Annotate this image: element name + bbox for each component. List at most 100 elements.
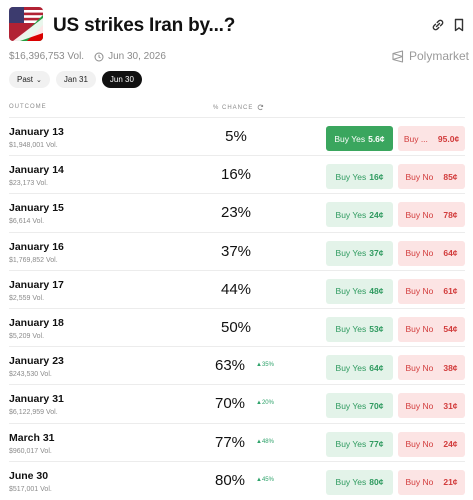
outcome-chance: 77%: [215, 433, 246, 451]
yes-price: 80¢: [369, 477, 384, 488]
filter-past[interactable]: Past ⌄: [9, 71, 50, 88]
outcome-date: January 16: [9, 240, 64, 253]
buy-no-label: Buy No: [405, 209, 434, 220]
outcome-row[interactable]: January 16 $1,769,852 Vol. 37% Buy Yes 37¢ Bu…: [9, 231, 465, 270]
buy-no-button[interactable]: Buy No 85¢: [398, 164, 465, 190]
yes-price: 53¢: [369, 324, 384, 335]
buy-no-button[interactable]: Buy No 38¢: [398, 355, 465, 381]
bookmark-icon[interactable]: [451, 17, 467, 33]
no-price: 85¢: [443, 171, 458, 182]
outcome-volume: $1,769,852 Vol.: [9, 256, 58, 264]
outcome-row[interactable]: January 23 $243,530 Vol. 63% ▲35% Buy Yes 64¢…: [9, 346, 465, 384]
yes-price: 77¢: [369, 439, 384, 449]
filter-jan-31[interactable]: Jan 31: [55, 71, 96, 88]
buy-yes-label: Buy Yes: [335, 400, 367, 411]
total-volume: $16,396,753 Vol.: [9, 51, 85, 62]
outcome-column-header: OUTCOME: [9, 104, 47, 110]
buy-no-button[interactable]: Buy No 31¢: [398, 393, 465, 419]
buy-no-label: Buy No: [405, 171, 434, 182]
filter-jan-31-label: Jan 31: [63, 75, 88, 84]
chance-change: ▲20%: [256, 400, 274, 407]
outcome-volume: $6,614 Vol.: [9, 218, 45, 226]
chance-change: ▲35%: [256, 362, 274, 369]
yes-price: 48¢: [369, 286, 384, 297]
outcome-row[interactable]: January 15 $6,614 Vol. 23% Buy Yes 24¢ Buy No…: [9, 193, 465, 231]
buy-yes-button[interactable]: Buy Yes 5.6¢: [326, 126, 393, 151]
yes-price: 24¢: [369, 209, 384, 220]
outcome-row[interactable]: June 30 $517,001 Vol. 80% ▲45% Buy Yes 80¢ Buy…: [9, 460, 465, 499]
outcome-list: January 13 $1,948,001 Vol. 5% Buy Yes 5.6¢ Bu…: [9, 117, 465, 499]
buy-no-label: Buy No: [405, 439, 434, 449]
buy-yes-button[interactable]: Buy Yes 80¢: [326, 469, 393, 495]
buy-yes-label: Buy Yes: [334, 133, 366, 144]
outcome-chance: 80%: [215, 471, 246, 489]
chevron-down-icon: ⌄: [36, 76, 42, 84]
buy-yes-label: Buy Yes: [335, 439, 367, 449]
yes-price: 5.6¢: [368, 133, 385, 144]
outcome-volume: $23,173 Vol.: [9, 180, 48, 188]
buy-yes-button[interactable]: Buy Yes 77¢: [326, 431, 393, 457]
buy-no-button[interactable]: Buy No 78¢: [398, 202, 465, 228]
buy-yes-label: Buy Yes: [335, 477, 367, 488]
buy-yes-button[interactable]: Buy Yes 48¢: [326, 278, 393, 304]
buy-yes-button[interactable]: Buy Yes 70¢: [326, 393, 393, 419]
buy-no-label: Buy ...: [403, 133, 428, 144]
outcome-row[interactable]: January 14 $23,173 Vol. 16% Buy Yes 16¢ Buy N…: [9, 155, 465, 193]
buy-no-button[interactable]: Buy No 24¢: [398, 431, 465, 457]
no-price: 21¢: [443, 477, 458, 488]
buy-no-button[interactable]: Buy No 21¢: [398, 469, 465, 495]
no-price: 54¢: [443, 324, 458, 335]
buy-no-label: Buy No: [405, 362, 434, 373]
buy-yes-button[interactable]: Buy Yes 53¢: [326, 316, 393, 342]
clock-icon: [94, 52, 104, 61]
buy-yes-label: Buy Yes: [335, 362, 367, 373]
brand-name: Polymarket: [409, 49, 470, 63]
buy-no-button[interactable]: Buy No 54¢: [398, 316, 465, 342]
link-icon[interactable]: [430, 17, 446, 33]
outcome-date: January 31: [9, 393, 64, 406]
buy-yes-button[interactable]: Buy Yes 37¢: [326, 240, 393, 266]
buy-yes-label: Buy Yes: [335, 248, 367, 259]
buy-yes-button[interactable]: Buy Yes 64¢: [326, 355, 393, 381]
polymarket-logo-icon: [392, 49, 404, 63]
outcome-row[interactable]: January 17 $2,559 Vol. 44% Buy Yes 48¢ Buy No…: [9, 269, 465, 308]
chance-column-label: % CHANCE: [213, 104, 254, 111]
buy-no-button[interactable]: Buy ... 95.0¢: [398, 126, 465, 151]
refresh-icon[interactable]: [257, 104, 264, 111]
no-price: 78¢: [443, 209, 458, 220]
buy-no-label: Buy No: [405, 248, 434, 259]
outcome-row[interactable]: January 31 $6,122,959 Vol. 70% ▲20% Buy Yes 7…: [9, 384, 465, 422]
yes-price: 37¢: [369, 248, 384, 259]
outcome-row[interactable]: January 13 $1,948,001 Vol. 5% Buy Yes 5.6¢ Bu…: [9, 117, 465, 155]
no-price: 61¢: [443, 286, 458, 297]
outcome-volume: $1,948,001 Vol.: [9, 142, 58, 149]
buy-yes-button[interactable]: Buy Yes 24¢: [326, 202, 393, 228]
buy-yes-label: Buy Yes: [335, 171, 367, 182]
brand[interactable]: Polymarket: [392, 49, 469, 63]
outcome-chance: 5%: [225, 128, 247, 145]
outcome-date: January 15: [9, 202, 64, 215]
outcome-row[interactable]: March 31 $960,017 Vol. 77% ▲48% Buy Yes 77¢ Bu…: [9, 422, 465, 461]
no-price: 24¢: [443, 439, 458, 449]
outcome-chance: 50%: [220, 318, 252, 336]
outcome-date: January 23: [9, 355, 64, 368]
buy-no-button[interactable]: Buy No 61¢: [398, 278, 465, 304]
outcome-volume: $5,209 Vol.: [9, 332, 45, 340]
buy-no-label: Buy No: [405, 477, 434, 488]
outcome-row[interactable]: January 18 $5,209 Vol. 50% Buy Yes 53¢ Buy No…: [9, 307, 465, 346]
outcome-chance: 70%: [215, 395, 246, 413]
outcome-date: January 13: [9, 126, 64, 138]
outcome-date: January 14: [9, 164, 64, 177]
buy-no-button[interactable]: Buy No 64¢: [398, 240, 465, 266]
chance-change: ▲48%: [256, 438, 274, 445]
outcome-date: January 17: [9, 278, 64, 291]
buy-yes-button[interactable]: Buy Yes 16¢: [326, 164, 393, 190]
no-price: 64¢: [443, 248, 458, 259]
outcome-chance: 16%: [220, 166, 252, 184]
market-title: US strikes Iran by...?: [53, 15, 236, 36]
buy-no-label: Buy No: [405, 400, 434, 411]
outcome-date: June 30: [9, 469, 49, 482]
buy-no-label: Buy No: [405, 286, 434, 297]
filter-jun-30[interactable]: Jun 30: [101, 71, 142, 88]
outcome-chance: 37%: [220, 242, 252, 260]
